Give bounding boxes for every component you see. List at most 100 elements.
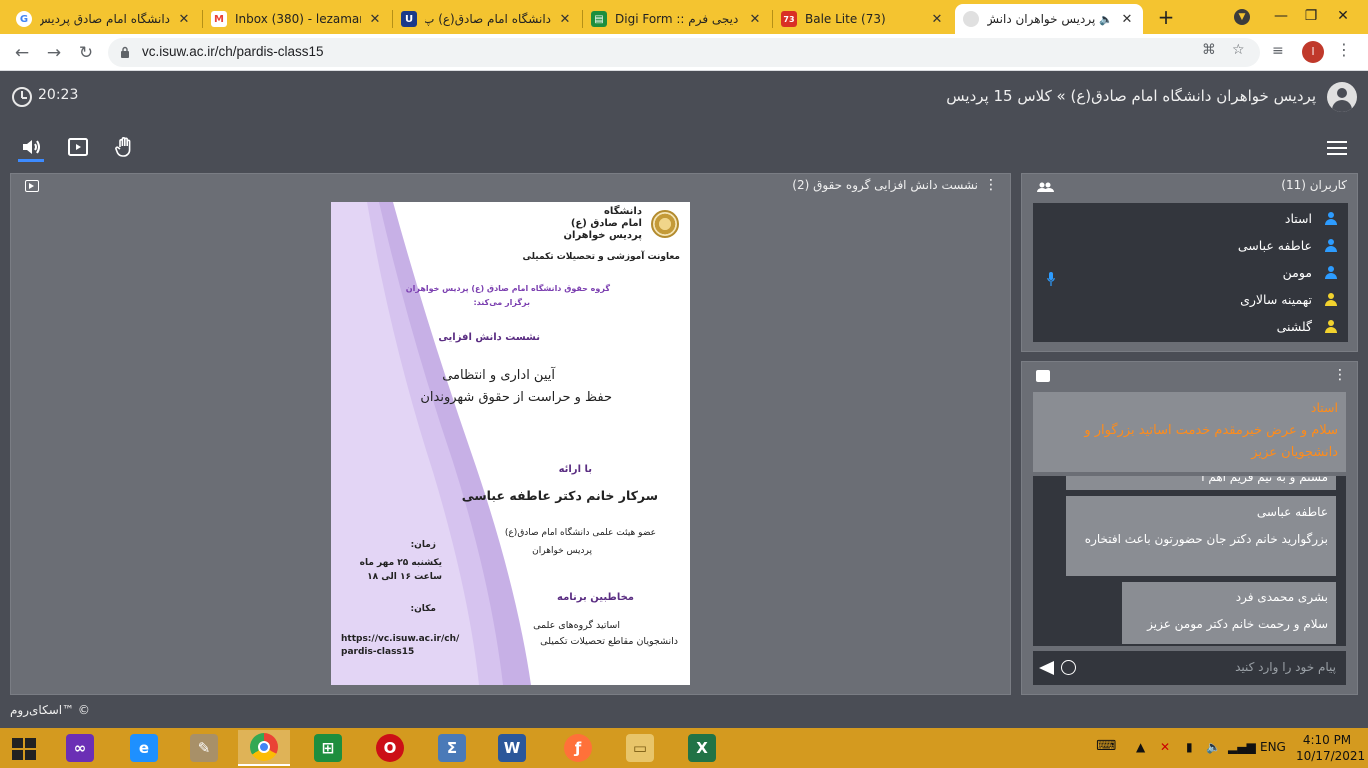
address-bar[interactable]: vc.isuw.ac.ir/ch/pardis-class15 ⌘ ☆ xyxy=(108,38,1260,67)
close-icon[interactable]: ✕ xyxy=(367,12,383,27)
back-icon[interactable]: ← xyxy=(10,41,34,65)
speaker-icon[interactable]: 🔈 xyxy=(1099,13,1113,26)
message-text: مستم و به تیم فریم اهم ا xyxy=(1201,476,1328,484)
poster-organizer-2: برگزار می‌کند: xyxy=(473,298,530,307)
browser-tab-1[interactable]: G دانشگاه امام صادق پردیس ✕ xyxy=(8,4,200,34)
raise-hand-icon[interactable] xyxy=(113,135,137,159)
reload-icon[interactable]: ↻ xyxy=(74,41,98,65)
window-close-icon[interactable]: ✕ xyxy=(1328,4,1358,28)
taskbar-store[interactable]: ⊞ xyxy=(302,730,354,766)
chrome-menu-icon[interactable]: ⋮ xyxy=(1336,40,1352,59)
chat-messages[interactable]: مستم و به تیم فریم اهم ا عاطفه عباسی بزر… xyxy=(1033,476,1346,646)
taskbar-word[interactable]: W xyxy=(486,730,538,766)
presentation-toggle-icon[interactable] xyxy=(25,180,39,192)
tab-title: Inbox (380) - lezamani@ xyxy=(235,12,361,26)
taskbar-date: 10/17/2021 xyxy=(1296,749,1366,763)
taskbar-explorer[interactable]: ▭ xyxy=(614,730,666,766)
keyboard-icon[interactable]: ⌨ xyxy=(1096,738,1116,754)
taskbar-tool[interactable]: ✎ xyxy=(178,730,230,766)
message-text: بزرگوارید خانم دکتر جان حضورتون باعث افت… xyxy=(1084,532,1328,546)
browser-tab-6[interactable]: پردیس خواهران دانش 🔈 ✕ xyxy=(955,4,1143,34)
emoji-icon[interactable] xyxy=(1061,660,1076,675)
poster-audience-1: اساتید گروه‌های علمی xyxy=(533,620,620,631)
speaker-icon[interactable] xyxy=(20,135,44,159)
taskbar-calculator[interactable]: Σ xyxy=(426,730,478,766)
user-row[interactable]: عاطفه عباسی xyxy=(1033,233,1348,260)
firefox-icon: ƒ xyxy=(564,734,592,762)
presentation-icon[interactable] xyxy=(66,135,90,159)
windows-start-icon[interactable] xyxy=(12,738,36,760)
message-sender: بشری محمدی فرد xyxy=(1235,590,1328,604)
send-icon[interactable] xyxy=(1039,661,1054,675)
taskbar-visual-studio[interactable]: ∞ xyxy=(54,730,106,766)
browser-tab-5[interactable]: 73 Bale Lite (73) ✕ xyxy=(773,4,953,34)
bookmark-star-icon[interactable]: ☆ xyxy=(1232,42,1245,58)
event-poster: دانشگاه امام صادق (ع) پردیس خواهران معاو… xyxy=(331,202,690,685)
minimize-icon[interactable]: — xyxy=(1266,4,1296,28)
user-name: تهمینه سالاری xyxy=(1240,292,1312,307)
close-icon[interactable]: ✕ xyxy=(1119,12,1135,27)
taskbar-chrome[interactable] xyxy=(238,730,290,766)
menu-icon[interactable] xyxy=(1327,141,1347,155)
taskbar-clock[interactable]: 4:10 PM 10/17/2021 xyxy=(1296,732,1366,764)
signal-icon[interactable]: ▂▄▆ xyxy=(1228,740,1256,754)
browser-tab-3[interactable]: U دانشگاه امام صادق(ع) پ ✕ xyxy=(393,4,581,34)
users-list: استاد عاطفه عباسی مومن تهمینه سالاری گلش… xyxy=(1033,203,1348,342)
browser-tab-2[interactable]: M Inbox (380) - lezamani@ ✕ xyxy=(203,4,391,34)
user-row[interactable]: استاد xyxy=(1033,206,1348,233)
taskbar-internet-explorer[interactable]: e xyxy=(118,730,170,766)
user-row[interactable]: گلشنی xyxy=(1033,314,1348,341)
close-icon[interactable]: ✕ xyxy=(929,12,945,27)
more-options-icon[interactable]: ⋮ xyxy=(984,177,998,193)
network-alert-icon[interactable]: ✕ xyxy=(1160,740,1170,754)
tab-search-icon[interactable]: ▼ xyxy=(1234,9,1250,25)
close-icon[interactable]: ✕ xyxy=(557,12,573,27)
excel-icon: X xyxy=(688,734,716,762)
taskbar-time: 4:10 PM xyxy=(1302,733,1352,747)
user-row[interactable]: تهمینه سالاری xyxy=(1033,287,1348,314)
presentation-title: نشست دانش افزایی گروه حقوق (2) xyxy=(792,178,978,192)
tool-icon: ✎ xyxy=(190,734,218,762)
chat-panel: ⋮ استاد سلام و عرض خیرمقدم خدمت اساتید ب… xyxy=(1021,361,1358,695)
taskbar-opera[interactable]: O xyxy=(364,730,416,766)
user-row[interactable]: مومن xyxy=(1033,260,1348,287)
taskbar-excel[interactable]: X xyxy=(676,730,728,766)
tab-title: Bale Lite (73) xyxy=(805,12,886,26)
class-title: پردیس خواهران دانشگاه امام صادق(ع) » کلا… xyxy=(946,87,1316,105)
poster-place-label: مکان: xyxy=(410,604,436,614)
tab-title: دانشگاه امام صادق پردیس xyxy=(40,12,170,26)
language-indicator[interactable]: ENG xyxy=(1260,740,1286,754)
poster-affiliation-2: پردیس خواهران xyxy=(532,546,592,556)
browser-tab-4[interactable]: ▤ دیجی فرم :: Digi Form ✕ xyxy=(583,4,771,34)
chat-input[interactable]: پیام خود را وارد کنید xyxy=(1033,651,1346,685)
new-tab-button[interactable]: + xyxy=(1156,7,1176,27)
chevron-up-icon[interactable]: ▲ xyxy=(1136,740,1145,754)
folder-icon: ▭ xyxy=(626,734,654,762)
close-icon[interactable]: ✕ xyxy=(176,12,192,27)
translate-icon[interactable]: ⌘ xyxy=(1202,42,1216,58)
user-name: گلشنی xyxy=(1276,319,1312,334)
taskbar-firefox[interactable]: ƒ xyxy=(552,730,604,766)
browser-toolbar: ← → ↻ vc.isuw.ac.ir/ch/pardis-class15 ⌘ … xyxy=(0,34,1368,71)
restore-icon[interactable]: ❐ xyxy=(1296,4,1326,28)
forward-icon[interactable]: → xyxy=(42,41,66,65)
university-seal-icon xyxy=(651,210,679,238)
poster-time-label: زمان: xyxy=(410,540,436,550)
app-header: 20:23 پردیس خواهران دانشگاه امام صادق(ع)… xyxy=(0,71,1368,125)
message-sender: عاطفه عباسی xyxy=(1256,505,1328,519)
chat-placeholder: پیام خود را وارد کنید xyxy=(1235,660,1336,674)
chat-message: عاطفه عباسی بزرگوارید خانم دکتر جان حضور… xyxy=(1066,496,1336,576)
url-text: vc.isuw.ac.ir/ch/pardis-class15 xyxy=(142,44,324,59)
message-text: سلام و رحمت خانم دکتر مومن عزیز xyxy=(1147,617,1328,631)
account-icon[interactable] xyxy=(1327,82,1357,112)
battery-icon[interactable]: ▮ xyxy=(1186,740,1193,754)
pinned-message: استاد سلام و عرض خیرمقدم خدمت اساتید بزر… xyxy=(1033,392,1346,472)
close-icon[interactable]: ✕ xyxy=(747,12,763,27)
chat-options-icon[interactable]: ⋮ xyxy=(1333,367,1347,383)
profile-avatar[interactable]: l xyxy=(1302,41,1324,63)
poster-office: معاونت آموزشی و تحصیلات تکمیلی xyxy=(522,252,680,262)
volume-icon[interactable]: 🔈 xyxy=(1206,740,1221,754)
chrome-icon xyxy=(250,733,278,761)
poster-audience-2: دانشجویان مقاطع تحصیلات تکمیلی xyxy=(540,636,678,647)
reading-list-icon[interactable]: ≡ xyxy=(1272,43,1284,59)
